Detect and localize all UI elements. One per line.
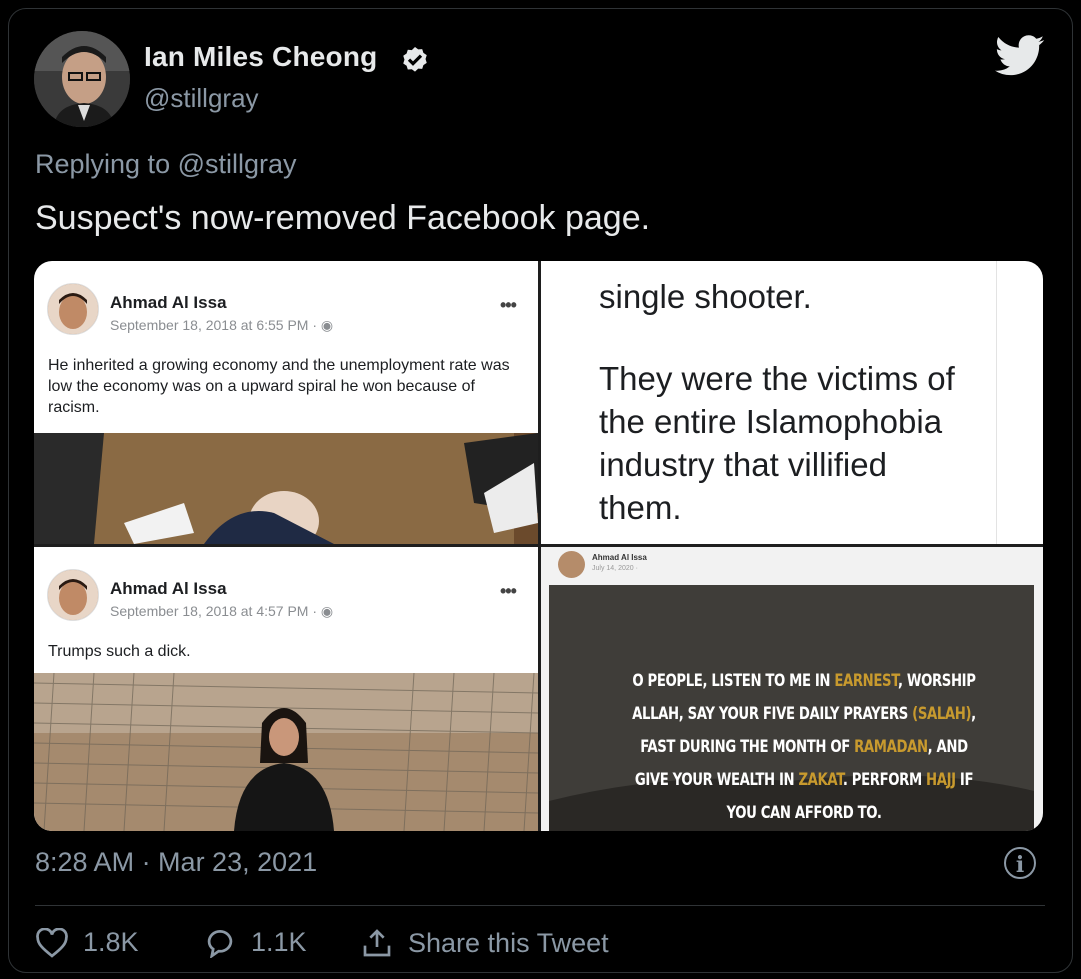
- more-options-icon: •••: [500, 295, 517, 315]
- fb-post-author: Ahmad Al Issa: [110, 579, 227, 598]
- media-tile-1[interactable]: Ahmad Al Issa September 18, 2018 at 6:55…: [34, 261, 538, 544]
- avatar[interactable]: [34, 31, 130, 127]
- globe-icon: ◉: [320, 317, 334, 333]
- media-tile-4[interactable]: Ahmad Al Issa July 14, 2020 · O PEOPLE, …: [541, 547, 1043, 831]
- globe-icon: ◉: [320, 603, 334, 619]
- fb-post-photo: [34, 673, 538, 831]
- share-button[interactable]: Share this Tweet: [360, 927, 609, 959]
- author-handle[interactable]: @stillgray: [144, 83, 259, 114]
- fb-avatar: [558, 551, 585, 578]
- verified-badge-icon: [403, 47, 427, 72]
- fb-post-date: July 14, 2020 ·: [592, 565, 638, 572]
- replying-to[interactable]: Replying to @stillgray: [35, 149, 297, 180]
- share-icon: [363, 929, 391, 957]
- fb-post-date: September 18, 2018 at 4:57 PM · ◉: [110, 603, 334, 619]
- twitter-bird-icon[interactable]: [995, 35, 1045, 77]
- fb-post-text: He inherited a growing economy and the u…: [48, 357, 510, 416]
- media-grid[interactable]: Ahmad Al Issa September 18, 2018 at 6:55…: [34, 261, 1043, 831]
- reply-bubble-icon: [207, 929, 233, 958]
- fb-post-date: September 18, 2018 at 6:55 PM · ◉: [110, 317, 334, 333]
- divider: [996, 261, 997, 544]
- fb-post-photo: [34, 433, 538, 544]
- media-tile-2[interactable]: single shooter. They were the victims of…: [541, 261, 1043, 544]
- author-name[interactable]: Ian Miles Cheong: [144, 41, 377, 73]
- more-options-icon: •••: [500, 581, 517, 601]
- avatar-image: [34, 31, 130, 127]
- fb-post-author: Ahmad Al Issa: [110, 293, 227, 312]
- tweet-timestamp[interactable]: 8:28 AM · Mar 23, 2021: [35, 847, 317, 878]
- heart-icon: [36, 927, 68, 958]
- reply-count: 1.1K: [251, 927, 307, 957]
- quote-text: O PEOPLE, LISTEN TO ME IN EARNEST, WORSH…: [632, 671, 976, 823]
- like-count: 1.8K: [83, 927, 139, 957]
- screenshot-line-5: them.: [599, 489, 682, 526]
- fb-avatar: [47, 569, 99, 621]
- divider: [35, 905, 1045, 906]
- info-icon[interactable]: i: [1004, 847, 1036, 879]
- reply-button[interactable]: 1.1K: [203, 927, 307, 958]
- tweet-text: Suspect's now-removed Facebook page.: [35, 199, 651, 237]
- tweet-card: Ian Miles Cheong @stillgray Replying to …: [8, 8, 1073, 973]
- fb-avatar: [47, 283, 99, 335]
- share-label: Share this Tweet: [408, 927, 609, 958]
- quote-image: O PEOPLE, LISTEN TO ME IN EARNEST, WORSH…: [549, 585, 1034, 831]
- fb-post-author: Ahmad Al Issa: [592, 553, 647, 562]
- like-button[interactable]: 1.8K: [35, 927, 139, 958]
- screenshot-line-3: the entire Islamophobia: [599, 403, 943, 440]
- fb-post-text: Trumps such a dick.: [48, 643, 191, 660]
- screenshot-line-2: They were the victims of: [599, 360, 955, 397]
- media-tile-3[interactable]: Ahmad Al Issa September 18, 2018 at 4:57…: [34, 547, 538, 831]
- screenshot-line-1: single shooter.: [599, 278, 812, 315]
- screenshot-line-4: industry that villified: [599, 446, 887, 483]
